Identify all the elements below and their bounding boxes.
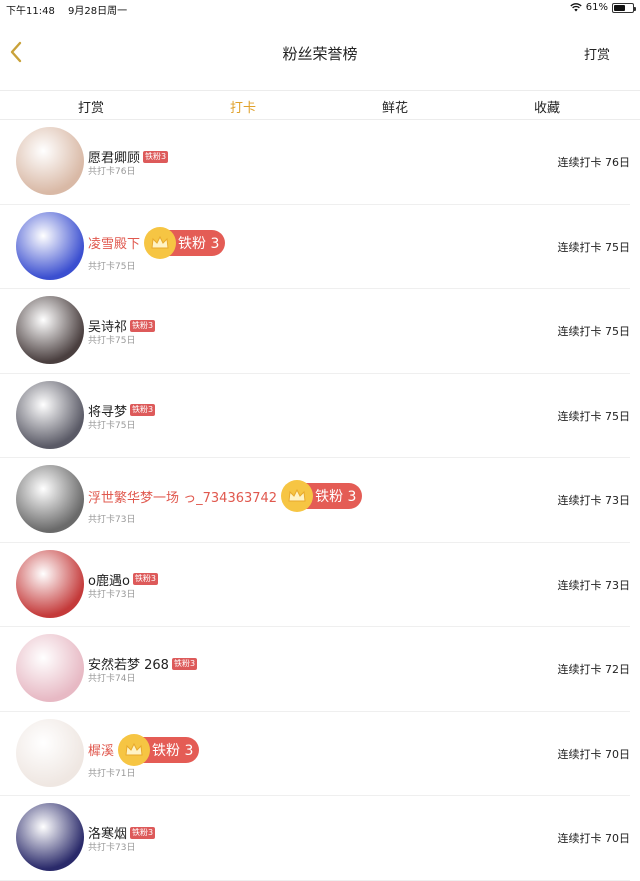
avatar[interactable] [16, 549, 84, 618]
tab-flowers[interactable]: 鲜花 [355, 97, 435, 116]
battery-fill [614, 4, 625, 11]
page-title: 粉丝荣誉榜 [282, 45, 358, 63]
status-bar: 下午11:48 9月28日周一 61% [0, 0, 640, 17]
total-checkin-text: 共打卡75日 [88, 261, 136, 272]
streak-text: 连续打卡 75日 [557, 409, 631, 423]
avatar[interactable] [16, 718, 84, 787]
name-line: 凌雪殿下 铁粉 3 [88, 226, 226, 259]
fan-level-badge: 铁粉3 [132, 573, 159, 585]
avatar[interactable] [16, 380, 84, 449]
streak-text: 连续打卡 70日 [557, 747, 631, 761]
streak-text: 连续打卡 72日 [557, 663, 631, 676]
total-checkin-text: 共打卡74日 [88, 674, 136, 684]
streak-text: 连续打卡 75日 [557, 325, 631, 338]
total-checkin-text: 共打卡75日 [88, 336, 136, 346]
tab-reward[interactable]: 打赏 [51, 97, 131, 116]
name-line: 浮世繁华梦一场 っ_734363742 铁粉 3 [88, 480, 363, 512]
total-checkin-text: 共打卡73日 [88, 515, 136, 525]
badge-text: 铁粉 3 [178, 235, 220, 252]
total-checkin-text: 共打卡73日 [88, 843, 136, 853]
badge-text: 铁粉 3 [152, 742, 194, 759]
tab-checkin[interactable]: 打卡 [203, 97, 283, 116]
avatar[interactable] [16, 634, 84, 702]
list-item[interactable]: 安然若梦 268 铁粉3 共打卡74日 连续打卡 72日 [0, 627, 630, 712]
fan-name[interactable]: 浮世繁华梦一场 っ_734363742 [88, 487, 277, 506]
fan-level-badge: 铁粉 3 [144, 226, 226, 259]
nav-bar: 粉丝荣誉榜 打赏 [0, 16, 640, 90]
badge-text: 铁粉 3 [315, 489, 357, 505]
fan-level-badge: 铁粉 3 [118, 733, 200, 766]
crown-icon [281, 480, 314, 512]
fan-level-badge: 铁粉3 [130, 319, 156, 332]
avatar[interactable] [16, 465, 84, 533]
streak-text: 连续打卡 73日 [557, 578, 631, 592]
crown-icon [118, 733, 151, 766]
crown-icon [144, 226, 177, 259]
avatar[interactable] [16, 296, 84, 364]
wifi-icon [570, 3, 582, 12]
list-item[interactable]: 凌雪殿下 铁粉 3 共打卡75日 连续打卡 75日 [0, 205, 631, 289]
tab-favorites[interactable]: 收藏 [507, 97, 587, 116]
fan-level-badge: 铁粉3 [143, 150, 169, 163]
streak-text: 连续打卡 70日 [557, 832, 631, 845]
fan-list: 愿君卿顾 铁粉3 共打卡76日 连续打卡 76日 凌雪殿下 铁粉 3 共打卡75日 连续打卡 … [0, 120, 640, 881]
fan-level-badge: 铁粉3 [171, 657, 198, 670]
reward-button[interactable]: 打赏 [584, 44, 610, 63]
avatar[interactable] [16, 127, 84, 195]
list-item[interactable]: 愿君卿顾 铁粉3 共打卡76日 连续打卡 76日 [0, 120, 630, 205]
battery-icon [612, 2, 636, 13]
status-right: 61% [570, 2, 636, 13]
battery-percent: 61% [585, 2, 608, 13]
status-left: 下午11:48 9月28日周一 [6, 2, 137, 17]
fan-name[interactable]: 樨溪 [88, 740, 114, 759]
fan-name[interactable]: 凌雪殿下 [88, 233, 140, 252]
fan-level-badge: 铁粉3 [130, 826, 156, 839]
list-item[interactable]: 吴诗祁 铁粉3 共打卡75日 连续打卡 75日 [0, 289, 630, 374]
fan-level-badge: 铁粉3 [130, 404, 156, 416]
avatar[interactable] [16, 211, 84, 280]
total-checkin-text: 共打卡76日 [88, 167, 136, 177]
list-item[interactable]: 将寻梦 铁粉3 共打卡75日 连续打卡 75日 [0, 374, 631, 458]
streak-text: 连续打卡 76日 [557, 156, 631, 169]
tab-bar: 打赏 打卡 鲜花 收藏 [0, 90, 640, 120]
streak-text: 连续打卡 75日 [557, 240, 631, 254]
total-checkin-text: 共打卡75日 [88, 420, 136, 431]
total-checkin-text: 共打卡73日 [88, 589, 136, 600]
name-line: 樨溪 铁粉 3 [88, 733, 200, 766]
avatar[interactable] [16, 803, 84, 871]
list-item[interactable]: 浮世繁华梦一场 っ_734363742 铁粉 3 共打卡73日 连续打卡 73日 [0, 458, 630, 543]
fan-level-badge: 铁粉 3 [281, 480, 363, 512]
list-item[interactable]: 樨溪 铁粉 3 共打卡71日 连续打卡 70日 [0, 712, 631, 796]
streak-text: 连续打卡 73日 [557, 494, 631, 507]
list-item[interactable]: 洛寒烟 铁粉3 共打卡73日 连续打卡 70日 [0, 796, 630, 881]
total-checkin-text: 共打卡71日 [88, 768, 136, 779]
list-item[interactable]: o鹿遇o 铁粉3 共打卡73日 连续打卡 73日 [0, 543, 631, 627]
